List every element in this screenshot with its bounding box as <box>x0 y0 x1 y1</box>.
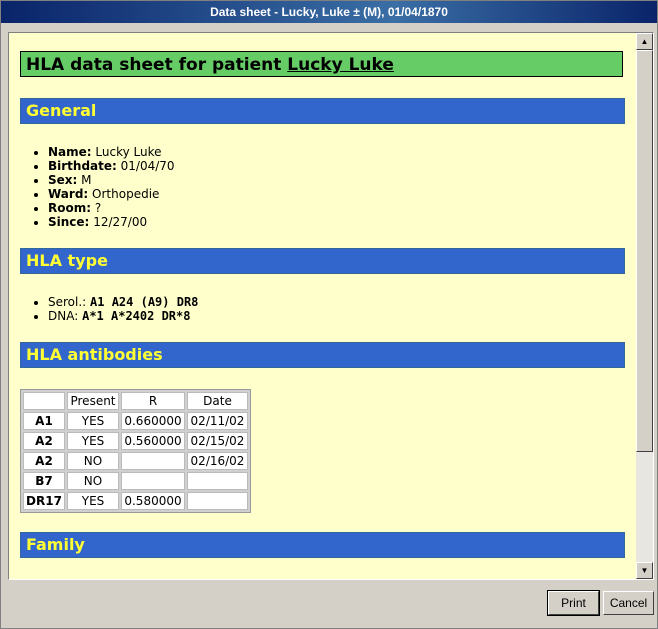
list-item: Ward: Orthopedie <box>48 187 175 201</box>
section-general: General <box>20 98 625 124</box>
list-item: Since: 12/27/00 <box>48 215 175 229</box>
list-item: Room: ? <box>48 201 175 215</box>
scroll-down-icon[interactable]: ▼ <box>636 562 653 579</box>
sheet-title-prefix: HLA data sheet for patient <box>26 55 288 75</box>
list-item: Birthdate: 01/04/70 <box>48 159 175 173</box>
scroll-thumb[interactable] <box>636 50 653 452</box>
hla-type-list: Serol.: A1 A24 (A9) DR8 DNA: A*1 A*2402 … <box>29 295 198 323</box>
vertical-scrollbar[interactable]: ▲ ▼ <box>636 33 653 579</box>
table-row: B7 NO <box>23 472 248 490</box>
window-title: Data sheet - Lucky, Luke ± (M), 01/04/18… <box>1 1 657 23</box>
table-row: A2 YES 0.560000 02/15/02 <box>23 432 248 450</box>
general-list: Name: Lucky Luke Birthdate: 01/04/70 Sex… <box>29 145 175 229</box>
table-row: A1 YES 0.660000 02/11/02 <box>23 412 248 430</box>
table-header-row: Present R Date <box>23 392 248 410</box>
table-row: DR17 YES 0.580000 <box>23 492 248 510</box>
list-item: Name: Lucky Luke <box>48 145 175 159</box>
scroll-up-icon[interactable]: ▲ <box>636 33 653 50</box>
antibodies-table: Present R Date A1 YES 0.660000 02/11/02 … <box>20 389 251 513</box>
sheet-content: HLA data sheet for patient Lucky Luke Ge… <box>9 33 635 579</box>
patient-name-link[interactable]: Lucky Luke <box>287 55 394 75</box>
list-item: Sex: M <box>48 173 175 187</box>
sheet-title: HLA data sheet for patient Lucky Luke <box>20 51 623 77</box>
section-family: Family <box>20 532 625 558</box>
list-item: Serol.: A1 A24 (A9) DR8 <box>48 295 198 309</box>
table-row: A2 NO 02/16/02 <box>23 452 248 470</box>
list-item: DNA: A*1 A*2402 DR*8 <box>48 309 198 323</box>
section-hla-antibodies: HLA antibodies <box>20 342 625 368</box>
section-hla-type: HLA type <box>20 248 625 274</box>
print-button[interactable]: Print <box>547 590 600 616</box>
cancel-button[interactable]: Cancel <box>603 591 654 615</box>
data-sheet-window: Data sheet - Lucky, Luke ± (M), 01/04/18… <box>0 0 658 629</box>
sheet-frame: HLA data sheet for patient Lucky Luke Ge… <box>8 32 654 580</box>
